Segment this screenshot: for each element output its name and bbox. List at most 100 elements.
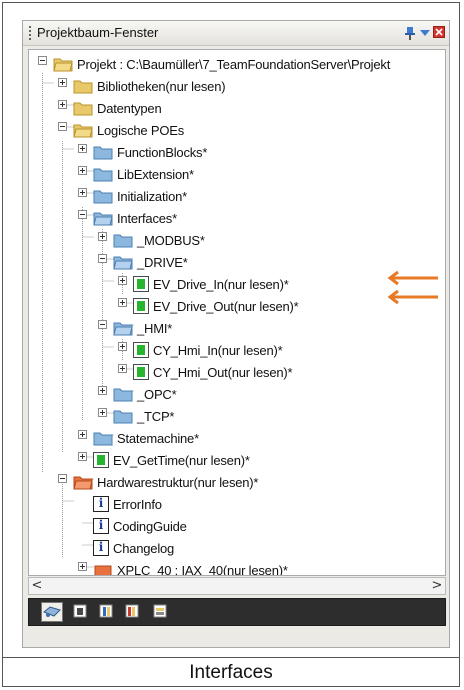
expander-expand[interactable] xyxy=(118,364,127,373)
tree-item-label: LibExtension* xyxy=(117,166,194,182)
expander-collapse[interactable] xyxy=(38,56,47,65)
tree-item-bibliotheken[interactable]: Bibliotheken(nur lesen) xyxy=(73,75,226,97)
expander-expand[interactable] xyxy=(78,166,87,175)
dropdown-arrow-icon[interactable] xyxy=(420,28,430,38)
tree-item-cy-hmi-out[interactable]: CY_Hmi_Out(nur lesen)* xyxy=(133,361,293,383)
window-title: Projektbaum-Fenster xyxy=(37,25,159,40)
tree-item-interfaces[interactable]: Interfaces* xyxy=(93,207,177,229)
tree-item-ev-drive-out[interactable]: EV_Drive_Out(nur lesen)* xyxy=(133,295,299,317)
tree-item-projekt[interactable]: Projekt : C:\Baumüller\7_TeamFoundationS… xyxy=(53,53,390,75)
window-titlebar[interactable]: Projektbaum-Fenster xyxy=(23,21,449,46)
tree-item-label: Statemachine* xyxy=(117,430,199,446)
expander-collapse[interactable] xyxy=(58,122,67,131)
scroll-left-button[interactable]: < xyxy=(29,578,45,594)
folder-open-blue-icon xyxy=(93,212,113,226)
drag-grip-icon[interactable] xyxy=(29,26,32,40)
tree-item-codingguide[interactable]: i CodingGuide xyxy=(93,515,187,537)
scroll-right-button[interactable]: > xyxy=(429,578,445,594)
folder-blue-icon xyxy=(113,388,133,402)
tree-item-label: _HMI* xyxy=(137,320,173,336)
pou-icon xyxy=(73,604,87,618)
tab-hardware[interactable] xyxy=(123,602,145,622)
annotation-arrow-ev-drive-in xyxy=(387,270,438,286)
tree-item-cy-hmi-in[interactable]: CY_Hmi_In(nur lesen)* xyxy=(133,339,283,361)
expander-collapse[interactable] xyxy=(78,210,87,219)
tree-item-hmi[interactable]: _HMI* xyxy=(113,317,172,339)
expander-expand[interactable] xyxy=(78,562,87,571)
tree-item-opc[interactable]: _OPC* xyxy=(113,383,177,405)
tree-item-modbus[interactable]: _MODBUS* xyxy=(113,229,205,251)
expander-expand[interactable] xyxy=(78,430,87,439)
tree-item-label: CY_Hmi_In(nur lesen)* xyxy=(153,342,283,358)
horizontal-scrollbar[interactable]: < > xyxy=(28,577,446,595)
expander-expand[interactable] xyxy=(118,276,127,285)
tree-item-xplc[interactable]: XPLC_40 : IAX_40(nur lesen)* xyxy=(93,559,288,576)
hardware-icon xyxy=(125,604,139,618)
close-icon[interactable] xyxy=(433,26,445,38)
folder-open-blue-icon xyxy=(113,322,133,336)
project-tree[interactable]: Projekt : C:\Baumüller\7_TeamFoundationS… xyxy=(28,49,446,576)
expander-expand[interactable] xyxy=(118,298,127,307)
expander-expand[interactable] xyxy=(98,408,107,417)
library-icon xyxy=(99,604,113,618)
tree-item-initialization[interactable]: Initialization* xyxy=(93,185,187,207)
tree-item-label: Datentypen xyxy=(97,100,162,116)
folder-blue-icon xyxy=(113,410,133,424)
tree-item-datentypen[interactable]: Datentypen xyxy=(73,97,162,119)
expander-expand[interactable] xyxy=(78,452,87,461)
tree-item-tcp[interactable]: _TCP* xyxy=(113,405,174,427)
function-block-icon xyxy=(133,342,149,358)
folder-blue-icon xyxy=(93,432,113,446)
folder-icon xyxy=(73,102,93,116)
folder-blue-icon xyxy=(113,234,133,248)
expander-expand[interactable] xyxy=(78,188,87,197)
expander-collapse[interactable] xyxy=(98,254,107,263)
tree-item-label: XPLC_40 : IAX_40(nur lesen)* xyxy=(117,562,288,576)
folder-blue-icon xyxy=(93,146,113,160)
tab-project[interactable] xyxy=(41,602,63,622)
tree-item-ev-gettime[interactable]: EV_GetTime(nur lesen)* xyxy=(93,449,250,471)
tree-item-statemachine[interactable]: Statemachine* xyxy=(93,427,199,449)
plc-device-icon xyxy=(94,565,112,575)
tree-item-drive[interactable]: _DRIVE* xyxy=(113,251,188,273)
tree-item-label: FunctionBlocks* xyxy=(117,144,208,160)
tree-item-logische-poes[interactable]: Logische POEs xyxy=(73,119,184,141)
expander-expand[interactable] xyxy=(98,232,107,241)
tree-item-hardwarestruktur[interactable]: Hardwarestruktur(nur lesen)* xyxy=(73,471,258,493)
tree-item-label: EV_Drive_Out(nur lesen)* xyxy=(153,298,299,314)
tree-item-changelog[interactable]: i Changelog xyxy=(93,537,174,559)
pin-icon[interactable] xyxy=(404,26,416,40)
expander-expand[interactable] xyxy=(58,100,67,109)
folder-open-blue-icon xyxy=(113,256,133,270)
figure-caption: Interfaces xyxy=(189,662,273,683)
function-block-icon xyxy=(93,452,109,468)
tree-item-ev-drive-in[interactable]: EV_Drive_In(nur lesen)* xyxy=(133,273,289,295)
tree-item-label: _TCP* xyxy=(137,408,175,424)
tree-item-label: Hardwarestruktur(nur lesen)* xyxy=(97,474,259,490)
expander-expand[interactable] xyxy=(78,144,87,153)
variables-icon xyxy=(153,604,167,618)
function-block-icon xyxy=(133,364,149,380)
expander-collapse[interactable] xyxy=(98,320,107,329)
tree-item-label: Interfaces* xyxy=(117,210,177,226)
tree-item-libextension[interactable]: LibExtension* xyxy=(93,163,194,185)
tree-item-label: Bibliotheken(nur lesen) xyxy=(97,78,226,94)
tree-item-label: Projekt : C:\Baumüller\7_TeamFoundationS… xyxy=(77,56,391,72)
folder-blue-icon xyxy=(93,190,113,204)
tab-library[interactable] xyxy=(97,602,119,622)
function-block-icon xyxy=(133,298,149,314)
expander-expand[interactable] xyxy=(98,386,107,395)
tree-item-label: CodingGuide xyxy=(113,518,187,534)
info-document-icon: i xyxy=(93,540,109,556)
tab-variables[interactable] xyxy=(151,602,173,622)
folder-blue-icon xyxy=(93,168,113,182)
tree-item-label: _DRIVE* xyxy=(137,254,188,270)
folder-open-icon xyxy=(53,58,73,72)
expander-expand[interactable] xyxy=(118,342,127,351)
tree-item-errorinfo[interactable]: i ErrorInfo xyxy=(93,493,162,515)
expander-collapse[interactable] xyxy=(58,474,67,483)
tab-pou[interactable] xyxy=(71,602,93,622)
expander-expand[interactable] xyxy=(58,78,67,87)
folder-open-icon xyxy=(73,124,93,138)
tree-item-functionblocks[interactable]: FunctionBlocks* xyxy=(93,141,207,163)
